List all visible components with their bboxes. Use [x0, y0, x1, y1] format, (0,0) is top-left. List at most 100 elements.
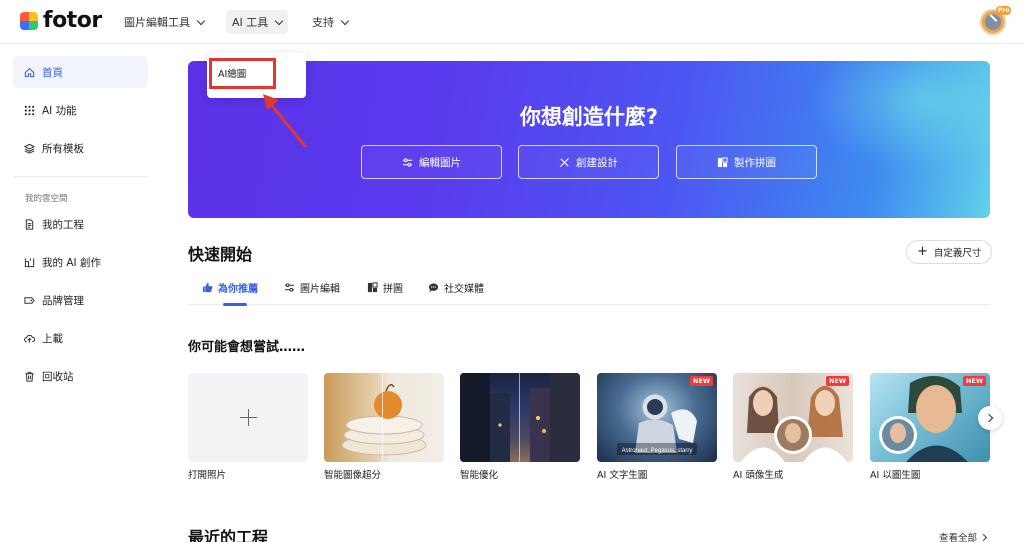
nav-label: AI 工具: [232, 16, 269, 29]
plates-illustration: [341, 373, 427, 462]
link-label: 查看全部: [939, 533, 978, 542]
suggestions-title: 你可能會想嘗試……: [188, 340, 306, 355]
nav-label: 支持: [312, 16, 334, 29]
sidebar-item-label: 品牌管理: [42, 294, 84, 307]
button-label: 編輯圖片: [419, 156, 461, 169]
tab-social-media[interactable]: 社交媒體: [428, 280, 484, 295]
active-tab-indicator: [223, 303, 247, 306]
card-ai-text-to-image[interactable]: Astronaut, Pegasus, starry NEW: [597, 373, 717, 462]
home-icon: [24, 67, 35, 77]
chevron-down-icon: [275, 16, 284, 25]
new-badge: NEW: [825, 376, 849, 386]
view-all-link[interactable]: 查看全部: [939, 530, 988, 542]
nav-support[interactable]: 支持: [306, 10, 354, 34]
edit-photo-button[interactable]: 編輯圖片: [361, 145, 502, 179]
sidebar-item-label: 我的 AI 創作: [42, 256, 101, 269]
nav-ai-tools[interactable]: AI 工具: [226, 10, 289, 34]
card-label: 智能圖像超分: [324, 470, 382, 481]
quick-start-tabs: 為你推薦 圖片編輯 拼圖 社交媒體: [188, 273, 990, 306]
create-design-button[interactable]: 創建設計: [518, 145, 659, 179]
annotation-arrow-icon: [263, 94, 307, 148]
quick-start-title: 快速開始: [188, 245, 253, 264]
sidebar-item-label: 我的工程: [42, 218, 84, 231]
card-label: 打開照片: [188, 470, 227, 481]
chevron-right-icon: [979, 533, 988, 541]
make-collage-button[interactable]: 製作拼圖: [676, 145, 817, 179]
button-label: 製作拼圖: [734, 156, 776, 169]
sliders-icon: [284, 283, 295, 292]
chevron-right-icon: [984, 413, 993, 423]
document-icon: [25, 218, 34, 230]
fotor-logo[interactable]: fotor: [20, 10, 102, 32]
sidebar-item-brand-management[interactable]: 品牌管理: [13, 284, 148, 316]
sidebar-item-home[interactable]: 首頁: [13, 56, 148, 88]
card-label: AI 頭像生成: [733, 470, 784, 481]
card-smart-enhance[interactable]: [460, 373, 580, 462]
trash-icon: [25, 371, 34, 382]
card-ai-avatar[interactable]: NEW: [733, 373, 853, 462]
card-ai-image-to-image[interactable]: NEW: [870, 373, 990, 462]
character-illustration: [879, 375, 968, 462]
logo-text: fotor: [43, 8, 102, 33]
nav-label: 圖片編輯工具: [124, 16, 190, 29]
sidebar-item-upload[interactable]: 上載: [13, 322, 148, 354]
tab-recommended[interactable]: 為你推薦: [202, 280, 258, 295]
cloud-upload-icon: [24, 334, 35, 343]
sidebar-item-my-ai-creations[interactable]: 我的 AI 創作: [13, 246, 148, 278]
pro-badge: Pro: [996, 6, 1012, 15]
portrait-illustration: [741, 385, 847, 462]
street-illustration: [460, 373, 580, 462]
layers-icon: [24, 143, 35, 154]
sidebar-item-all-templates[interactable]: 所有模板: [13, 132, 148, 164]
sidebar-item-label: AI 功能: [42, 104, 77, 117]
carousel-next-button[interactable]: [978, 406, 1002, 430]
thumbs-up-icon: [202, 282, 213, 293]
sidebar-item-label: 上載: [42, 332, 63, 345]
plus-icon: +: [917, 244, 928, 259]
sidebar-item-my-projects[interactable]: 我的工程: [13, 208, 148, 240]
new-badge: NEW: [689, 376, 713, 386]
pencil-ruler-icon: [559, 157, 570, 167]
sidebar-item-ai-features[interactable]: AI 功能: [13, 94, 148, 126]
sidebar-item-trash[interactable]: 回收站: [13, 360, 148, 392]
tab-label: 社交媒體: [444, 284, 484, 295]
astronaut-illustration: Astronaut, Pegasus, starry: [617, 393, 697, 455]
button-label: 自定義尺寸: [933, 248, 982, 259]
sidebar-divider: [13, 176, 148, 177]
nav-image-editing-tools[interactable]: 圖片編輯工具: [118, 10, 210, 34]
dropdown-item-ai-drawing[interactable]: AI繪圖: [218, 66, 246, 80]
card-image-upscale[interactable]: [324, 373, 444, 462]
sidebar-item-label: 回收站: [42, 370, 74, 383]
sidebar-section-title: 我的雲空間: [25, 194, 68, 204]
grid-dots-icon: [24, 105, 35, 115]
chevron-down-icon: [340, 16, 350, 25]
tab-label: 為你推薦: [218, 284, 258, 295]
sidebar-item-label: 所有模板: [42, 142, 84, 155]
tab-photo-editing[interactable]: 圖片編輯: [284, 280, 340, 295]
card-open-photo[interactable]: [188, 373, 308, 462]
card-label: 智能優化: [460, 470, 499, 481]
tab-collage[interactable]: 拼圖: [367, 280, 403, 295]
collage-icon: [367, 282, 378, 293]
sliders-icon: [402, 157, 413, 167]
card-label: AI 文字生圖: [597, 470, 648, 481]
button-label: 創建設計: [576, 156, 618, 169]
custom-size-button[interactable]: + 自定義尺寸: [906, 240, 993, 264]
sidebar: 首頁 AI 功能 所有模板 我的雲空間 我的工程 我的 AI 創作 品牌管理 上…: [0, 45, 160, 542]
card-label: AI 以圖生圖: [870, 470, 921, 481]
top-bar: fotor 圖片編輯工具 AI 工具 支持 Pro: [0, 0, 1024, 44]
avatar-image: [985, 14, 1001, 30]
plus-icon: [239, 409, 257, 426]
new-badge: NEW: [962, 376, 986, 386]
chat-icon: [428, 283, 439, 293]
tab-label: 拼圖: [383, 284, 403, 295]
logo-mark-icon: [20, 12, 38, 30]
sidebar-item-label: 首頁: [42, 66, 63, 79]
chevron-down-icon: [196, 16, 206, 25]
tab-label: 圖片編輯: [300, 284, 340, 295]
prompt-caption: Astronaut, Pegasus, starry: [622, 448, 693, 454]
collage-icon: [717, 156, 728, 167]
recent-projects-title: 最近的工程: [188, 528, 269, 542]
ai-create-icon: [24, 257, 35, 267]
tag-icon: [24, 296, 35, 304]
